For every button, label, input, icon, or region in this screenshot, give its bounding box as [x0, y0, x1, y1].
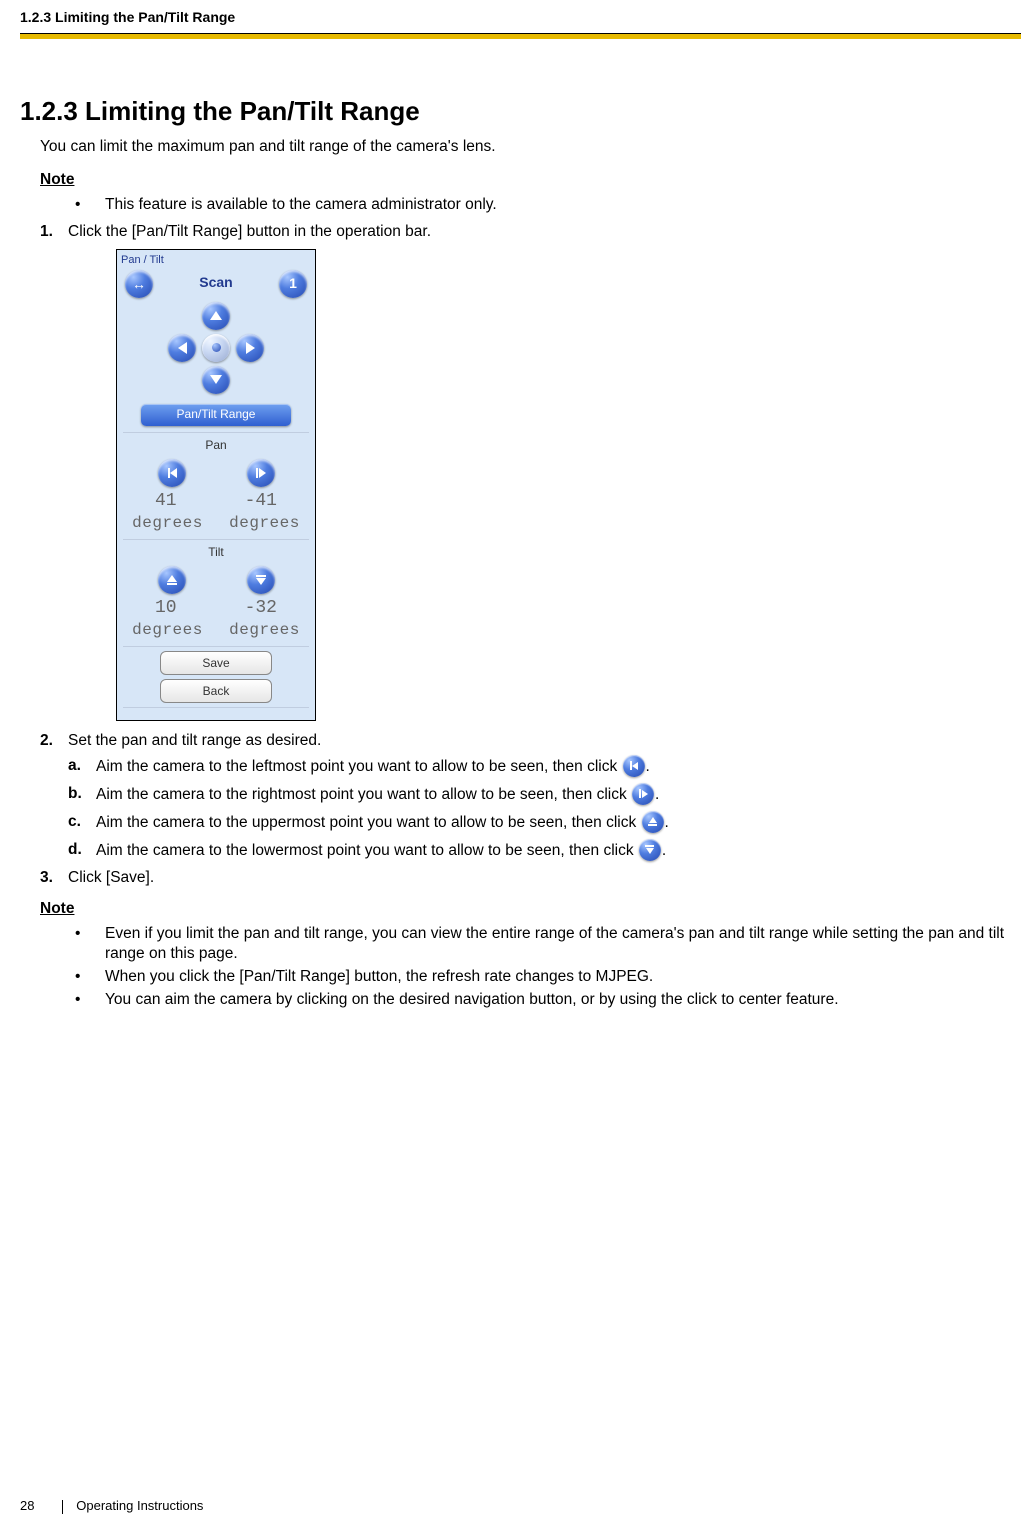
tilt-up-value: 10	[155, 596, 177, 620]
tilt-up-unit: degrees	[132, 620, 203, 642]
pan-left-button[interactable]	[168, 334, 196, 362]
pan-left-value: 41	[155, 489, 177, 513]
substep-b-text: Aim the camera to the rightmost point yo…	[96, 786, 631, 803]
arrow-down-icon	[210, 375, 222, 384]
tilt-down-value: -32	[245, 596, 277, 620]
divider	[123, 646, 309, 647]
save-button[interactable]: Save	[160, 651, 272, 675]
page-number: 28	[20, 1497, 48, 1515]
tilt-down-limit-icon	[639, 839, 661, 861]
note-label-2: Note	[40, 899, 1021, 920]
pan-tilt-range-button[interactable]: Pan/Tilt Range	[141, 404, 291, 426]
substep-d: Aim the camera to the lowermost point yo…	[68, 840, 1021, 862]
pan-right-button[interactable]	[236, 334, 264, 362]
center-button[interactable]	[202, 334, 230, 362]
note-label-1: Note	[40, 170, 1021, 191]
intro-text: You can limit the maximum pan and tilt r…	[40, 137, 1021, 158]
arrow-right-icon	[246, 342, 255, 354]
note-1-list: This feature is available to the camera …	[75, 195, 1021, 216]
tilt-up-limit-icon	[642, 811, 664, 833]
note-1-item: This feature is available to the camera …	[75, 195, 1021, 216]
running-head: 1.2.3 Limiting the Pan/Tilt Range	[20, 8, 1021, 27]
divider	[123, 707, 309, 708]
substep-b: Aim the camera to the rightmost point yo…	[68, 784, 1021, 806]
steps-list: Click the [Pan/Tilt Range] button in the…	[40, 222, 1021, 889]
substep-d-text: Aim the camera to the lowermost point yo…	[96, 842, 638, 859]
panel-title: Pan / Tilt	[117, 250, 315, 268]
tilt-limit-up-button[interactable]	[158, 566, 186, 594]
scan-left-button[interactable]: ↔	[125, 270, 153, 298]
pan-right-value: -41	[245, 489, 277, 513]
section-title: 1.2.3 Limiting the Pan/Tilt Range	[20, 94, 1021, 129]
tilt-section-label: Tilt	[117, 544, 315, 560]
note-2-item-1: Even if you limit the pan and tilt range…	[75, 924, 1021, 966]
scan-right-number-button[interactable]: 1	[279, 270, 307, 298]
substep-c: Aim the camera to the uppermost point yo…	[68, 812, 1021, 834]
divider	[123, 432, 309, 433]
arrow-left-icon	[178, 342, 187, 354]
step-2: Set the pan and tilt range as desired. A…	[40, 731, 1021, 862]
pan-limit-left-button[interactable]	[158, 459, 186, 487]
substep-d-period: .	[662, 842, 666, 859]
pan-left-limit-icon	[623, 755, 645, 777]
footer-doc-title: Operating Instructions	[76, 1498, 203, 1513]
pan-right-limit-icon	[632, 783, 654, 805]
scan-number-label: 1	[289, 274, 297, 293]
arrow-up-icon	[210, 311, 222, 320]
substep-a-text: Aim the camera to the leftmost point you…	[96, 758, 622, 775]
pan-left-unit: degrees	[132, 513, 203, 535]
header-rule	[20, 33, 1021, 39]
step-3-text: Click [Save].	[68, 869, 154, 886]
substep-c-period: .	[665, 814, 669, 831]
page-footer: 28 Operating Instructions	[20, 1497, 203, 1515]
note-2-item-3: You can aim the camera by clicking on th…	[75, 990, 1021, 1011]
tilt-limit-down-button[interactable]	[247, 566, 275, 594]
substep-b-period: .	[655, 786, 659, 803]
divider	[123, 539, 309, 540]
pan-section-label: Pan	[117, 437, 315, 453]
pan-tilt-panel: Pan / Tilt ↔ Scan 1 Pan/Tilt Range	[116, 249, 316, 721]
pan-limit-right-button[interactable]	[247, 459, 275, 487]
tilt-down-unit: degrees	[229, 620, 300, 642]
note-2-list: Even if you limit the pan and tilt range…	[75, 924, 1021, 1012]
step-1-text: Click the [Pan/Tilt Range] button in the…	[68, 223, 431, 240]
step-3: Click [Save].	[40, 868, 1021, 889]
pan-up-button[interactable]	[202, 302, 230, 330]
back-button[interactable]: Back	[160, 679, 272, 703]
step-2-substeps: Aim the camera to the leftmost point you…	[68, 756, 1021, 862]
substep-a: Aim the camera to the leftmost point you…	[68, 756, 1021, 778]
step-1: Click the [Pan/Tilt Range] button in the…	[40, 222, 1021, 721]
double-arrow-left-icon: ↔	[132, 277, 146, 291]
substep-c-text: Aim the camera to the uppermost point yo…	[96, 814, 641, 831]
substep-a-period: .	[646, 758, 650, 775]
footer-divider	[62, 1500, 63, 1514]
pan-right-unit: degrees	[229, 513, 300, 535]
step-2-text: Set the pan and tilt range as desired.	[68, 732, 321, 749]
note-2-item-2: When you click the [Pan/Tilt Range] butt…	[75, 967, 1021, 988]
pan-down-button[interactable]	[202, 366, 230, 394]
scan-label: Scan	[199, 273, 232, 292]
